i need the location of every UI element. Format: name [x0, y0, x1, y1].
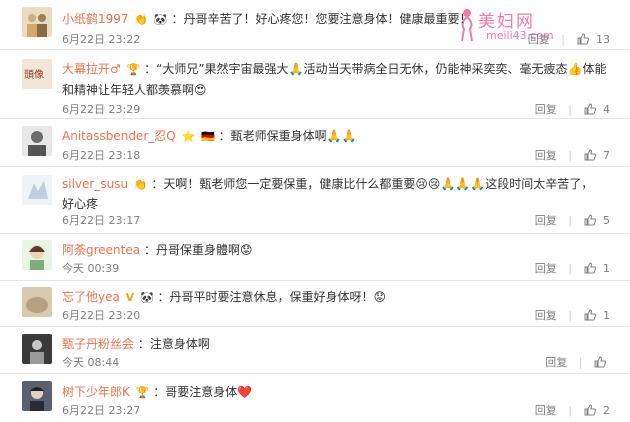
comment-item: Anitassbender_忍Q ⭐ 🇩🇪 ：甄老师保重身体啊🙏🙏 6月22日 … — [0, 118, 630, 166]
avatar[interactable] — [22, 287, 52, 317]
comment-actions: 回复 | 13 — [528, 31, 610, 48]
comment-time: 6月22日 23:29 — [62, 103, 141, 116]
comment-item: 頭像 大幕拉开♂ 🏆 ：“大师兄”果然宇宙最强大🙏活动当天带病全日无休，仍能神采… — [0, 49, 630, 118]
comment-time: 6月22日 23:20 — [62, 309, 141, 322]
like-icon[interactable] — [584, 102, 596, 118]
comment-time: 6月22日 23:18 — [62, 149, 141, 162]
comment-text: ：丹哥辛苦了！好心疼您！您要注意身体！健康最重要！ — [171, 12, 472, 26]
comment-text: ：丹哥平时要注意休息，保重好身体呀！😟 — [157, 290, 387, 304]
divider: | — [568, 309, 572, 322]
panda-badge-icon: 🐼 — [153, 12, 168, 26]
comment-actions: 回复 | 2 — [535, 402, 610, 419]
like-icon[interactable] — [594, 355, 607, 371]
avatar[interactable] — [22, 126, 52, 156]
like-count: 1 — [603, 262, 610, 275]
user-name[interactable]: 阿荼greentea — [62, 243, 140, 257]
like-icon[interactable] — [584, 403, 596, 419]
comment-item: 树下少年郎K 🏆 ：哥要注意身体❤️ 6月22日 23:27 回复 | 2 — [0, 373, 630, 422]
comment-text: ：甄老师保重身体啊🙏🙏 — [218, 129, 357, 143]
like-count: 13 — [596, 33, 610, 46]
divider: | — [568, 214, 572, 227]
divider: | — [568, 262, 572, 275]
comment-text-continued: 好心疼 — [62, 197, 99, 211]
svg-text:頭像: 頭像 — [24, 69, 44, 81]
germany-flag-icon: 🇩🇪 — [201, 129, 215, 143]
comment-text: ：注意身体啊 — [137, 337, 210, 351]
user-name[interactable]: 大幕拉开♂ — [62, 62, 121, 76]
verified-v-badge-icon: V — [125, 290, 135, 304]
comment-time: 今天 08:44 — [62, 356, 120, 369]
comment-time: 6月22日 23:17 — [62, 214, 141, 227]
avatar[interactable] — [22, 240, 52, 270]
divider: | — [561, 33, 565, 46]
comment-actions: 回复 | 4 — [535, 101, 610, 118]
comment-text: ：哥要注意身体❤️ — [153, 385, 253, 399]
reply-button[interactable]: 回复 — [535, 149, 557, 162]
comment-item: silver_susu 👏 ：天啊！甄老师您一定要保重，健康比什么都重要😢😢🙏🙏… — [0, 166, 630, 233]
comment-actions: 回复 | — [545, 354, 610, 371]
like-icon[interactable] — [584, 148, 596, 164]
like-count: 5 — [603, 214, 610, 227]
reply-button[interactable]: 回复 — [535, 214, 557, 227]
reply-button[interactable]: 回复 — [535, 404, 557, 417]
user-name[interactable]: Anitassbender_忍Q — [62, 129, 176, 143]
comment-time: 今天 00:39 — [62, 262, 120, 275]
like-icon[interactable] — [584, 213, 596, 229]
comment-text: ：“大师兄”果然宇宙最强大🙏活动当天带病全日无休，仍能神采奕奕、毫无疲态👍体能 — [144, 62, 607, 76]
comment-actions: 回复 | 5 — [535, 212, 610, 229]
reply-button[interactable]: 回复 — [535, 103, 557, 116]
comment-actions: 回复 | 1 — [535, 260, 610, 277]
divider: | — [568, 404, 572, 417]
avatar[interactable] — [22, 175, 52, 205]
comment-text-continued: 和精神让年轻人都羡慕啊😍 — [62, 83, 207, 97]
reply-button[interactable]: 回复 — [535, 262, 557, 275]
panda-badge-icon: 🐼 — [140, 290, 154, 304]
like-count: 4 — [603, 103, 610, 116]
like-count: 1 — [603, 309, 610, 322]
user-name[interactable]: 树下少年郎K — [62, 385, 130, 399]
comment-item: 忘了他yea V 🐼 ：丹哥平时要注意休息，保重好身体呀！😟 6月22日 23:… — [0, 280, 630, 326]
user-name[interactable]: silver_susu — [62, 177, 128, 191]
like-icon[interactable] — [584, 308, 596, 324]
trophy-badge-icon: 🏆 — [135, 385, 150, 399]
like-icon[interactable] — [577, 32, 589, 48]
avatar[interactable]: 頭像 — [22, 59, 52, 89]
clap-badge-icon: 👏 — [134, 12, 149, 26]
comment-actions: 回复 | 7 — [535, 147, 610, 164]
comment-time: 6月22日 23:27 — [62, 404, 141, 417]
comment-text: ：天啊！甄老师您一定要保重，健康比什么都重要😢😢🙏🙏🙏这段时间太辛苦了， — [151, 177, 594, 191]
reply-button[interactable]: 回复 — [535, 309, 557, 322]
comment-item: 小纸鹤1997 👏 🐼 ：丹哥辛苦了！好心疼您！您要注意身体！健康最重要！ 6月… — [0, 0, 630, 49]
divider: | — [578, 356, 583, 369]
avatar[interactable] — [22, 334, 52, 364]
comment-time: 6月22日 23:22 — [62, 33, 141, 46]
like-icon[interactable] — [584, 261, 596, 277]
star-badge-icon: ⭐ — [181, 129, 196, 143]
like-count: 7 — [603, 149, 610, 162]
comment-list: 美妇网 meili43.com 小纸鹤1997 👏 🐼 ：丹哥辛苦了！好心疼您！… — [0, 0, 630, 422]
divider: | — [568, 149, 572, 162]
user-name[interactable]: 小纸鹤1997 — [62, 12, 129, 26]
trophy-badge-icon: 🏆 — [126, 62, 141, 76]
user-name[interactable]: 甄子丹粉丝会 — [62, 337, 134, 351]
clap-badge-icon: 👏 — [133, 177, 148, 191]
avatar[interactable] — [22, 7, 52, 37]
comment-item: 甄子丹粉丝会 ：注意身体啊 今天 08:44 回复 | — [0, 326, 630, 373]
comment-actions: 回复 | 1 — [535, 307, 610, 324]
user-name[interactable]: 忘了他yea — [62, 290, 120, 304]
comment-text: ：丹哥保重身體啊😟 — [143, 243, 253, 257]
avatar[interactable] — [22, 381, 52, 411]
like-count: 2 — [603, 404, 610, 417]
comment-item: 阿荼greentea ：丹哥保重身體啊😟 今天 00:39 回复 | 1 — [0, 233, 630, 280]
divider: | — [568, 103, 572, 116]
reply-button[interactable]: 回复 — [545, 356, 567, 369]
reply-button[interactable]: 回复 — [528, 33, 550, 46]
